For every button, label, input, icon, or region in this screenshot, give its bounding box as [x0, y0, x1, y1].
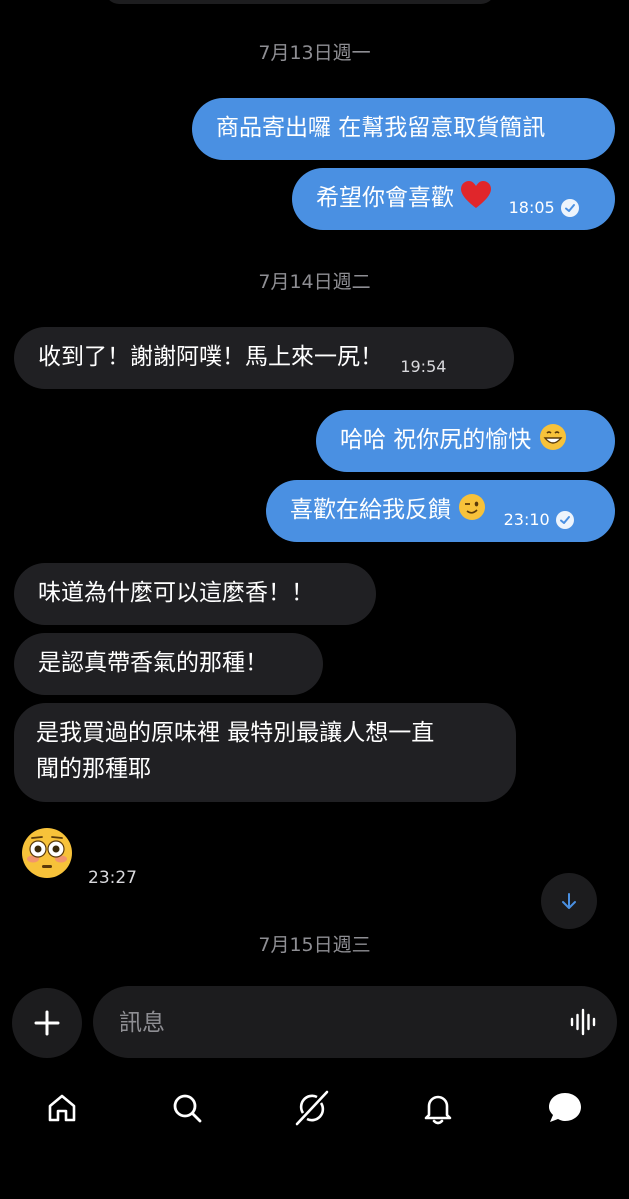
flushed-face-icon[interactable]: [20, 826, 74, 884]
message-text: 喜歡在給我反饋: [290, 497, 451, 523]
bottom-navigation: [0, 1080, 629, 1136]
arrow-down-icon: [562, 893, 576, 909]
add-attachment-button[interactable]: [12, 988, 82, 1058]
read-check-icon: [555, 511, 574, 529]
message-outgoing[interactable]: 喜歡在給我反饋 23:10: [266, 480, 615, 542]
message-outgoing[interactable]: 商品寄出囉 在幫我留意取貨簡訊: [192, 98, 615, 160]
winking-face-icon: [458, 493, 486, 532]
message-text: 哈哈 祝你尻的愉快: [340, 427, 532, 453]
search-icon: [173, 1094, 202, 1123]
nav-search[interactable]: [167, 1088, 207, 1128]
message-meta: 19:54: [400, 349, 446, 385]
message-incoming[interactable]: 收到了！謝謝阿噗！馬上來一尻！ 19:54: [14, 327, 514, 389]
message-meta: 23:10: [504, 502, 574, 538]
home-icon: [48, 1094, 76, 1122]
message-time: 23:27: [88, 868, 137, 888]
message-outgoing[interactable]: 希望你會喜歡 18:05: [292, 168, 615, 230]
message-outgoing[interactable]: 哈哈 祝你尻的愉快: [316, 410, 615, 472]
message-text-line2: 聞的那種耶: [36, 756, 151, 782]
bell-icon: [424, 1095, 452, 1125]
nav-notifications[interactable]: [418, 1088, 458, 1128]
message-time: 23:10: [503, 510, 550, 529]
message-time: 18:05: [508, 198, 555, 217]
message-text: 是我買過的原味裡 最特別最讓人想一直: [36, 720, 435, 746]
message-input[interactable]: [117, 1004, 541, 1042]
date-separator: 7月13日週一: [258, 42, 371, 64]
date-separator: 7月14日週二: [258, 271, 371, 293]
plus-icon: [34, 1010, 60, 1036]
message-incoming[interactable]: 味道為什麼可以這麼香！！: [14, 563, 376, 625]
date-separator: 7月15日週三: [258, 934, 371, 956]
nav-grok[interactable]: [292, 1088, 332, 1128]
grok-icon: [295, 1090, 329, 1126]
message-meta: 18:05: [509, 190, 579, 226]
messages-icon: [549, 1093, 581, 1122]
grinning-face-icon: [539, 423, 567, 462]
read-check-icon: [560, 199, 579, 217]
message-incoming[interactable]: 是認真帶香氣的那種！: [14, 633, 323, 695]
scroll-to-bottom-button[interactable]: [541, 873, 597, 929]
message-text: 收到了！謝謝阿噗！馬上來一尻！: [38, 344, 383, 370]
message-text: 是認真帶香氣的那種！: [38, 650, 268, 676]
message-composer[interactable]: [93, 986, 617, 1058]
message-text: 希望你會喜歡: [316, 185, 454, 211]
previous-message-bubble-fragment: [105, 0, 495, 4]
nav-messages[interactable]: [545, 1088, 585, 1128]
red-heart-icon: [461, 181, 492, 220]
voice-message-icon[interactable]: [569, 1008, 599, 1040]
message-time: 19:54: [400, 357, 447, 376]
nav-home[interactable]: [42, 1088, 82, 1128]
message-text: 味道為什麼可以這麼香！！: [38, 580, 314, 606]
message-text: 商品寄出囉 在幫我留意取貨簡訊: [216, 115, 546, 141]
message-incoming[interactable]: 是我買過的原味裡 最特別最讓人想一直 聞的那種耶: [14, 703, 516, 802]
